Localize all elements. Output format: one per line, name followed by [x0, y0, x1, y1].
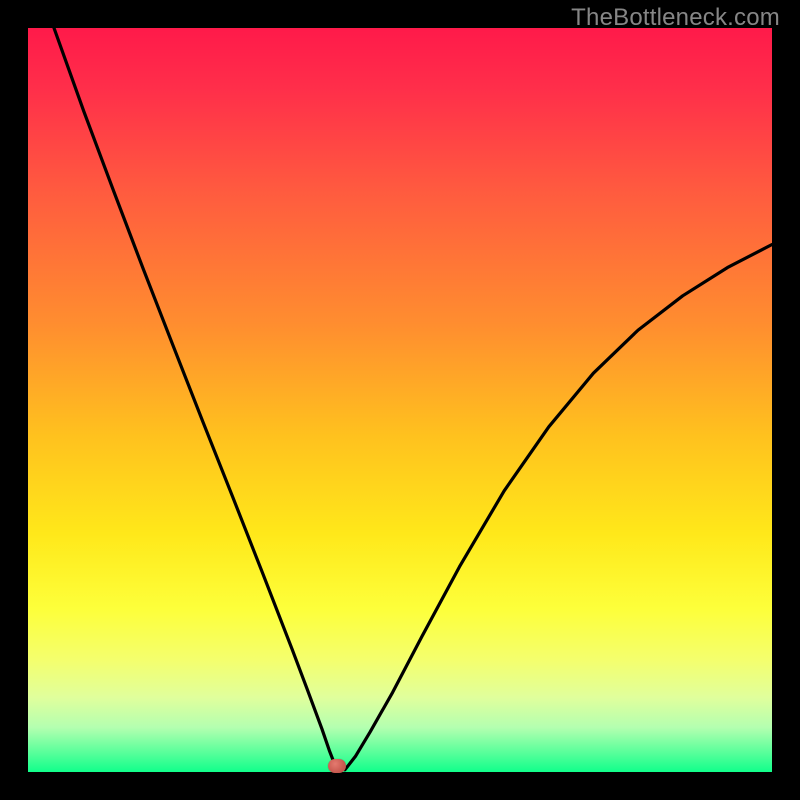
plot-area [28, 28, 772, 772]
bottleneck-curve [28, 28, 772, 772]
chart-frame: TheBottleneck.com [0, 0, 800, 800]
watermark-text: TheBottleneck.com [571, 4, 780, 32]
curve-left-branch [54, 28, 337, 770]
min-marker [328, 759, 346, 773]
curve-right-branch [345, 245, 772, 770]
